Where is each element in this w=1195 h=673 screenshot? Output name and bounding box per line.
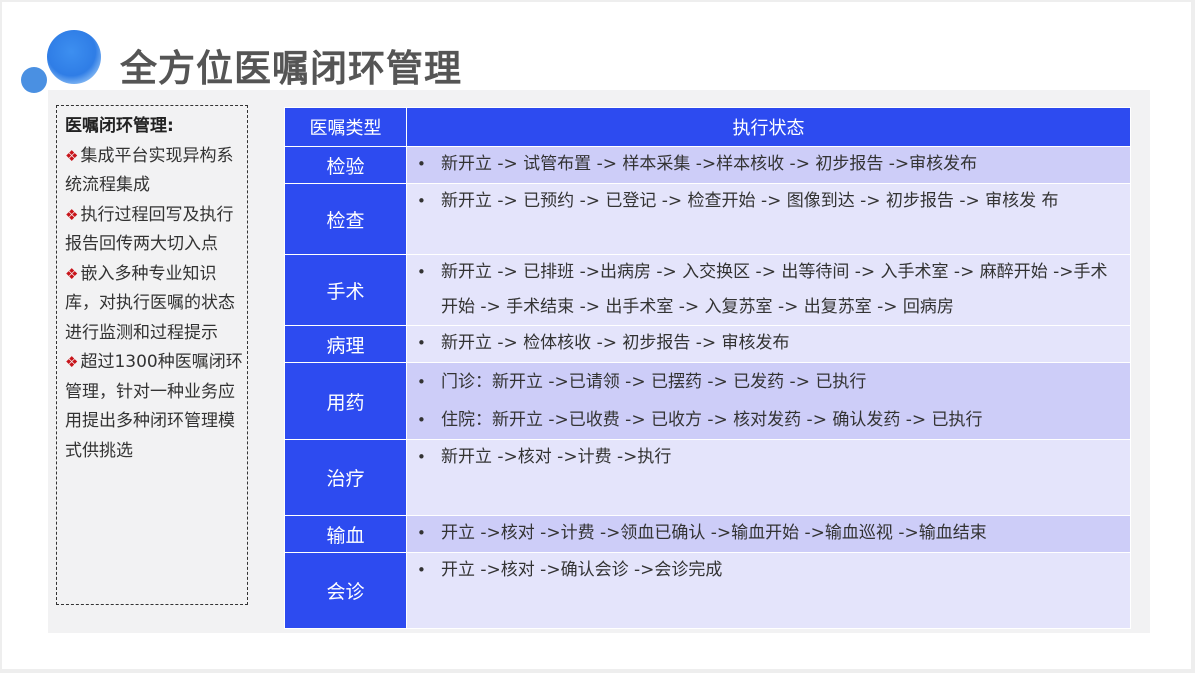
status-line: • 门诊：新开立 ->已请领 -> 已摆药 -> 已发药 -> 已执行 (407, 363, 1120, 401)
dot-bullet-icon: • (417, 561, 426, 579)
status-line: • 新开立 -> 试管布置 -> 样本采集 ->样本核收 -> 初步报告 ->审核… (407, 147, 1120, 182)
diamond-bullet-icon: ❖ (65, 353, 79, 371)
status-cell: • 新开立 -> 试管布置 -> 样本采集 ->样本核收 -> 初步报告 ->审核… (406, 146, 1131, 184)
status-line: • 住院：新开立 ->已收费 -> 已收方 -> 核对发药 -> 确认发药 -> … (407, 401, 1120, 439)
table-row: 会诊 • 开立 ->核对 ->确认会诊 ->会诊完成 (284, 552, 1131, 629)
status-line: • 新开立 -> 已排班 ->出病房 -> 入交换区 -> 出等待间 -> 入手术… (407, 255, 1120, 325)
order-type-cell: 检查 (284, 183, 407, 255)
status-cell: • 开立 ->核对 ->确认会诊 ->会诊完成 (406, 552, 1131, 629)
order-type-cell: 治疗 (284, 439, 407, 516)
decor-small-circle (21, 67, 47, 93)
status-line: • 新开立 -> 已预约 -> 已登记 -> 检查开始 -> 图像到达 -> 初步… (407, 184, 1120, 219)
status-cell: • 开立 ->核对 ->计费 ->领血已确认 ->输血开始 ->输血巡视 ->输血… (406, 515, 1131, 553)
status-line: • 新开立 -> 检体核收 -> 初步报告 -> 审核发布 (407, 326, 1120, 361)
order-type-cell: 输血 (284, 515, 407, 553)
table-row: 检查 • 新开立 -> 已预约 -> 已登记 -> 检查开始 -> 图像到达 ->… (284, 183, 1131, 255)
order-type-cell: 病理 (284, 325, 407, 363)
dot-bullet-icon: • (417, 155, 426, 173)
table-row: 治疗 • 新开立 ->核对 ->计费 ->执行 (284, 439, 1131, 516)
dot-bullet-icon: • (417, 448, 426, 466)
status-line: • 新开立 ->核对 ->计费 ->执行 (407, 440, 1120, 475)
left-panel-item: ❖ 执行过程回写及执行报告回传两大切入点 (65, 204, 234, 255)
dot-bullet-icon: • (417, 373, 426, 391)
diamond-bullet-icon: ❖ (65, 264, 79, 283)
diamond-bullet-icon: ❖ (65, 205, 79, 224)
left-panel-item: ❖ 集成平台实现异构系统流程集成 (65, 145, 234, 196)
status-line: • 开立 ->核对 ->确认会诊 ->会诊完成 (407, 553, 1120, 588)
dot-bullet-icon: • (417, 263, 426, 281)
left-panel-heading: 医嘱闭环管理: (65, 116, 174, 136)
status-cell: • 新开立 ->核对 ->计费 ->执行 (406, 439, 1131, 516)
order-type-cell: 用药 (284, 362, 407, 440)
diamond-bullet-icon: ❖ (65, 146, 79, 165)
header-exec-status: 执行状态 (406, 107, 1131, 147)
dot-bullet-icon: • (417, 334, 426, 352)
order-type-cell: 手术 (284, 254, 407, 326)
table-row: 病理 • 新开立 -> 检体核收 -> 初步报告 -> 审核发布 (284, 325, 1131, 363)
dot-bullet-icon: • (417, 524, 426, 542)
left-panel-item: ❖ 超过1300种医嘱闭环管理，针对一种业务应用提出多种闭环管理模式供挑选 (65, 352, 243, 461)
table-row: 检验 • 新开立 -> 试管布置 -> 样本采集 ->样本核收 -> 初步报告 -… (284, 146, 1131, 184)
dot-bullet-icon: • (417, 192, 426, 210)
status-cell: • 门诊：新开立 ->已请领 -> 已摆药 -> 已发药 -> 已执行 • 住院：新… (406, 362, 1131, 440)
status-line: • 开立 ->核对 ->计费 ->领血已确认 ->输血开始 ->输血巡视 ->输血… (407, 516, 1120, 551)
left-panel-item: ❖ 嵌入多种专业知识库，对执行医嘱的状态进行监测和过程提示 (65, 263, 235, 343)
table-row: 用药 • 门诊：新开立 ->已请领 -> 已摆药 -> 已发药 -> 已执行 • 住… (284, 362, 1131, 440)
decor-large-circle (47, 30, 101, 84)
order-type-cell: 检验 (284, 146, 407, 184)
order-status-table: 医嘱类型 执行状态 检验 • 新开立 -> 试管布置 -> 样本采集 ->样本核收… (284, 107, 1131, 629)
header-order-type: 医嘱类型 (284, 107, 407, 147)
left-summary-panel: 医嘱闭环管理: ❖ 集成平台实现异构系统流程集成 ❖ 执行过程回写及执行报告回传两大… (56, 105, 248, 605)
dot-bullet-icon: • (417, 411, 426, 429)
status-cell: • 新开立 -> 检体核收 -> 初步报告 -> 审核发布 (406, 325, 1131, 363)
page-title: 全方位医嘱闭环管理 (120, 47, 462, 90)
table-header-row: 医嘱类型 执行状态 (284, 107, 1131, 147)
table-row: 手术 • 新开立 -> 已排班 ->出病房 -> 入交换区 -> 出等待间 -> … (284, 254, 1131, 326)
table-row: 输血 • 开立 ->核对 ->计费 ->领血已确认 ->输血开始 ->输血巡视 -… (284, 515, 1131, 553)
status-cell: • 新开立 -> 已预约 -> 已登记 -> 检查开始 -> 图像到达 -> 初步… (406, 183, 1131, 255)
status-cell: • 新开立 -> 已排班 ->出病房 -> 入交换区 -> 出等待间 -> 入手术… (406, 254, 1131, 326)
order-type-cell: 会诊 (284, 552, 407, 629)
